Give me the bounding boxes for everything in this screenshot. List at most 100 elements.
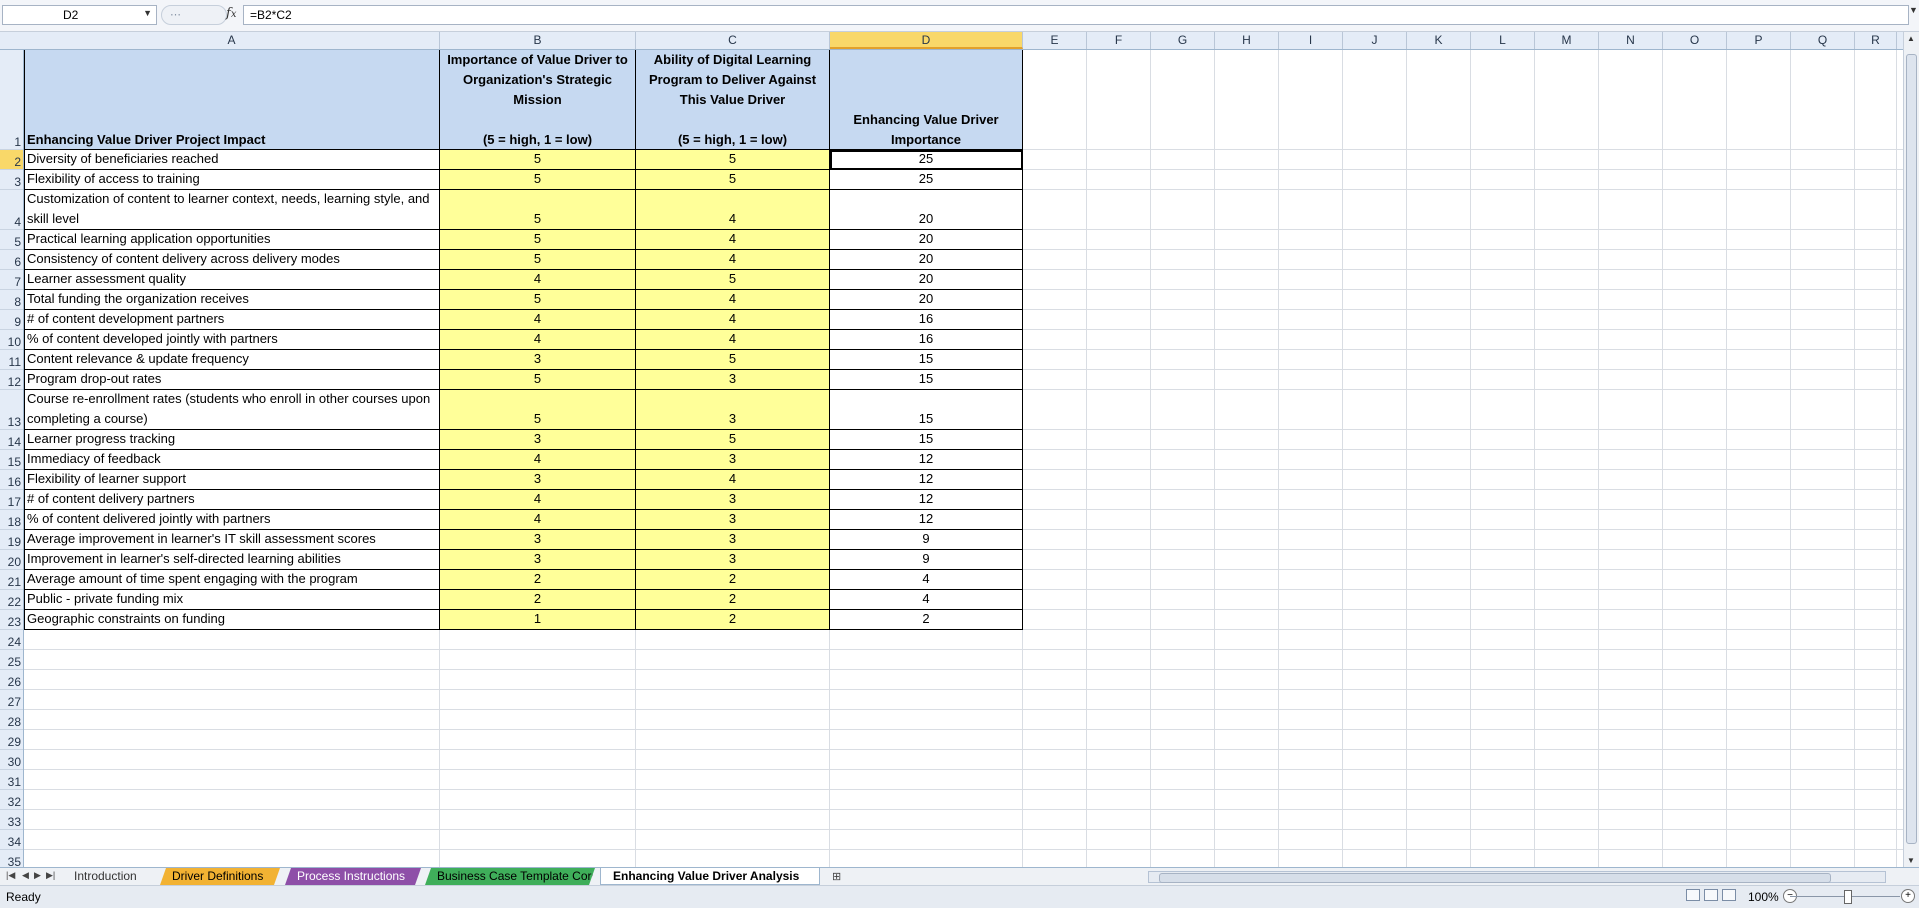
column-header-r[interactable]: R (1855, 32, 1897, 49)
row-header-24[interactable]: 24 (0, 630, 23, 650)
cell-a12[interactable]: Program drop-out rates (24, 370, 440, 390)
row-header-25[interactable]: 25 (0, 650, 23, 670)
cell-c19[interactable]: 3 (636, 530, 830, 550)
cell-c11[interactable]: 5 (636, 350, 830, 370)
cell-c20[interactable]: 3 (636, 550, 830, 570)
row-header-4[interactable]: 4 (0, 190, 23, 230)
cell-b4[interactable]: 5 (440, 190, 636, 230)
cell-c21[interactable]: 2 (636, 570, 830, 590)
cell-c15[interactable]: 3 (636, 450, 830, 470)
cell-c6[interactable]: 4 (636, 250, 830, 270)
column-header-n[interactable]: N (1599, 32, 1663, 49)
cell-b13[interactable]: 5 (440, 390, 636, 430)
cell-a10[interactable]: % of content developed jointly with part… (24, 330, 440, 350)
row-header-34[interactable]: 34 (0, 830, 23, 850)
row-header-29[interactable]: 29 (0, 730, 23, 750)
cell-b22[interactable]: 2 (440, 590, 636, 610)
sheet-tab-0[interactable]: Introduction (62, 868, 158, 885)
cell-c2[interactable]: 5 (636, 150, 830, 170)
cell-c3[interactable]: 5 (636, 170, 830, 190)
cell-d6[interactable]: 20 (830, 250, 1023, 270)
column-header-a[interactable]: A (24, 32, 440, 49)
sheet-tab-3[interactable]: Business Case Template Core (425, 868, 595, 885)
cell-b16[interactable]: 3 (440, 470, 636, 490)
insert-worksheet-icon[interactable]: ⊞ (832, 870, 841, 883)
cell-a19[interactable]: Average improvement in learner's IT skil… (24, 530, 440, 550)
column-header-m[interactable]: M (1535, 32, 1599, 49)
page-layout-view-icon[interactable] (1704, 889, 1718, 901)
sheet-tab-4[interactable]: Enhancing Value Driver Analysis (600, 868, 820, 885)
row-header-17[interactable]: 17 (0, 490, 23, 510)
cell-d4[interactable]: 20 (830, 190, 1023, 230)
cell-c14[interactable]: 5 (636, 430, 830, 450)
cell-d10[interactable]: 16 (830, 330, 1023, 350)
column-header-f[interactable]: F (1087, 32, 1151, 49)
cell-d19[interactable]: 9 (830, 530, 1023, 550)
cell-b18[interactable]: 4 (440, 510, 636, 530)
row-header-18[interactable]: 18 (0, 510, 23, 530)
cell-a15[interactable]: Immediacy of feedback (24, 450, 440, 470)
cell-b7[interactable]: 4 (440, 270, 636, 290)
first-sheet-icon[interactable]: |◀ (6, 870, 15, 881)
chevron-down-icon[interactable]: ▼ (143, 8, 152, 18)
sheet-tab-2[interactable]: Process Instructions (285, 868, 421, 885)
row-header-12[interactable]: 12 (0, 370, 23, 390)
cell-c5[interactable]: 4 (636, 230, 830, 250)
row-header-26[interactable]: 26 (0, 670, 23, 690)
row-header-15[interactable]: 15 (0, 450, 23, 470)
cell-d21[interactable]: 4 (830, 570, 1023, 590)
cell-c13[interactable]: 3 (636, 390, 830, 430)
cell-d20[interactable]: 9 (830, 550, 1023, 570)
vertical-scroll-thumb[interactable] (1906, 54, 1917, 844)
vertical-scrollbar[interactable]: ▲ ▼ (1903, 32, 1919, 867)
column-header-b[interactable]: B (440, 32, 636, 49)
scroll-up-icon[interactable]: ▲ (1907, 34, 1915, 43)
column-header-j[interactable]: J (1343, 32, 1407, 49)
cell-c7[interactable]: 5 (636, 270, 830, 290)
formula-input[interactable]: =B2*C2 (243, 5, 1909, 25)
cell-d16[interactable]: 12 (830, 470, 1023, 490)
row-header-33[interactable]: 33 (0, 810, 23, 830)
insert-function-icon[interactable]: fx (226, 6, 236, 21)
cell-b17[interactable]: 4 (440, 490, 636, 510)
cell-b5[interactable]: 5 (440, 230, 636, 250)
row-header-8[interactable]: 8 (0, 290, 23, 310)
cell-c10[interactable]: 4 (636, 330, 830, 350)
normal-view-icon[interactable] (1686, 889, 1700, 901)
row-header-16[interactable]: 16 (0, 470, 23, 490)
next-sheet-icon[interactable]: ▶ (34, 870, 41, 881)
column-header-q[interactable]: Q (1791, 32, 1855, 49)
cell-c9[interactable]: 4 (636, 310, 830, 330)
column-header-l[interactable]: L (1471, 32, 1535, 49)
column-header-e[interactable]: E (1023, 32, 1087, 49)
cell-a7[interactable]: Learner assessment quality (24, 270, 440, 290)
zoom-in-icon[interactable]: + (1901, 889, 1915, 903)
header-cell-a[interactable]: Enhancing Value Driver Project Impact (24, 50, 440, 150)
cell-b12[interactable]: 5 (440, 370, 636, 390)
row-header-5[interactable]: 5 (0, 230, 23, 250)
cell-d18[interactable]: 12 (830, 510, 1023, 530)
row-header-14[interactable]: 14 (0, 430, 23, 450)
cell-d9[interactable]: 16 (830, 310, 1023, 330)
column-header-p[interactable]: P (1727, 32, 1791, 49)
last-sheet-icon[interactable]: ▶| (46, 870, 55, 881)
cell-d5[interactable]: 20 (830, 230, 1023, 250)
header-cell-b[interactable]: Importance of Value Driver to Organizati… (440, 50, 636, 150)
cell-c18[interactable]: 3 (636, 510, 830, 530)
cell-d8[interactable]: 20 (830, 290, 1023, 310)
cell-b3[interactable]: 5 (440, 170, 636, 190)
column-header-o[interactable]: O (1663, 32, 1727, 49)
cell-d15[interactable]: 12 (830, 450, 1023, 470)
row-header-11[interactable]: 11 (0, 350, 23, 370)
cell-d23[interactable]: 2 (830, 610, 1023, 630)
cell-d11[interactable]: 15 (830, 350, 1023, 370)
cell-d7[interactable]: 20 (830, 270, 1023, 290)
row-header-1[interactable]: 1 (0, 50, 23, 150)
row-header-27[interactable]: 27 (0, 690, 23, 710)
sheet-tab-1[interactable]: Driver Definitions (160, 868, 280, 885)
cell-b2[interactable]: 5 (440, 150, 636, 170)
header-cell-d[interactable]: Enhancing Value Driver Importance (830, 50, 1023, 150)
row-header-23[interactable]: 23 (0, 610, 23, 630)
cell-a22[interactable]: Public - private funding mix (24, 590, 440, 610)
cell-d17[interactable]: 12 (830, 490, 1023, 510)
